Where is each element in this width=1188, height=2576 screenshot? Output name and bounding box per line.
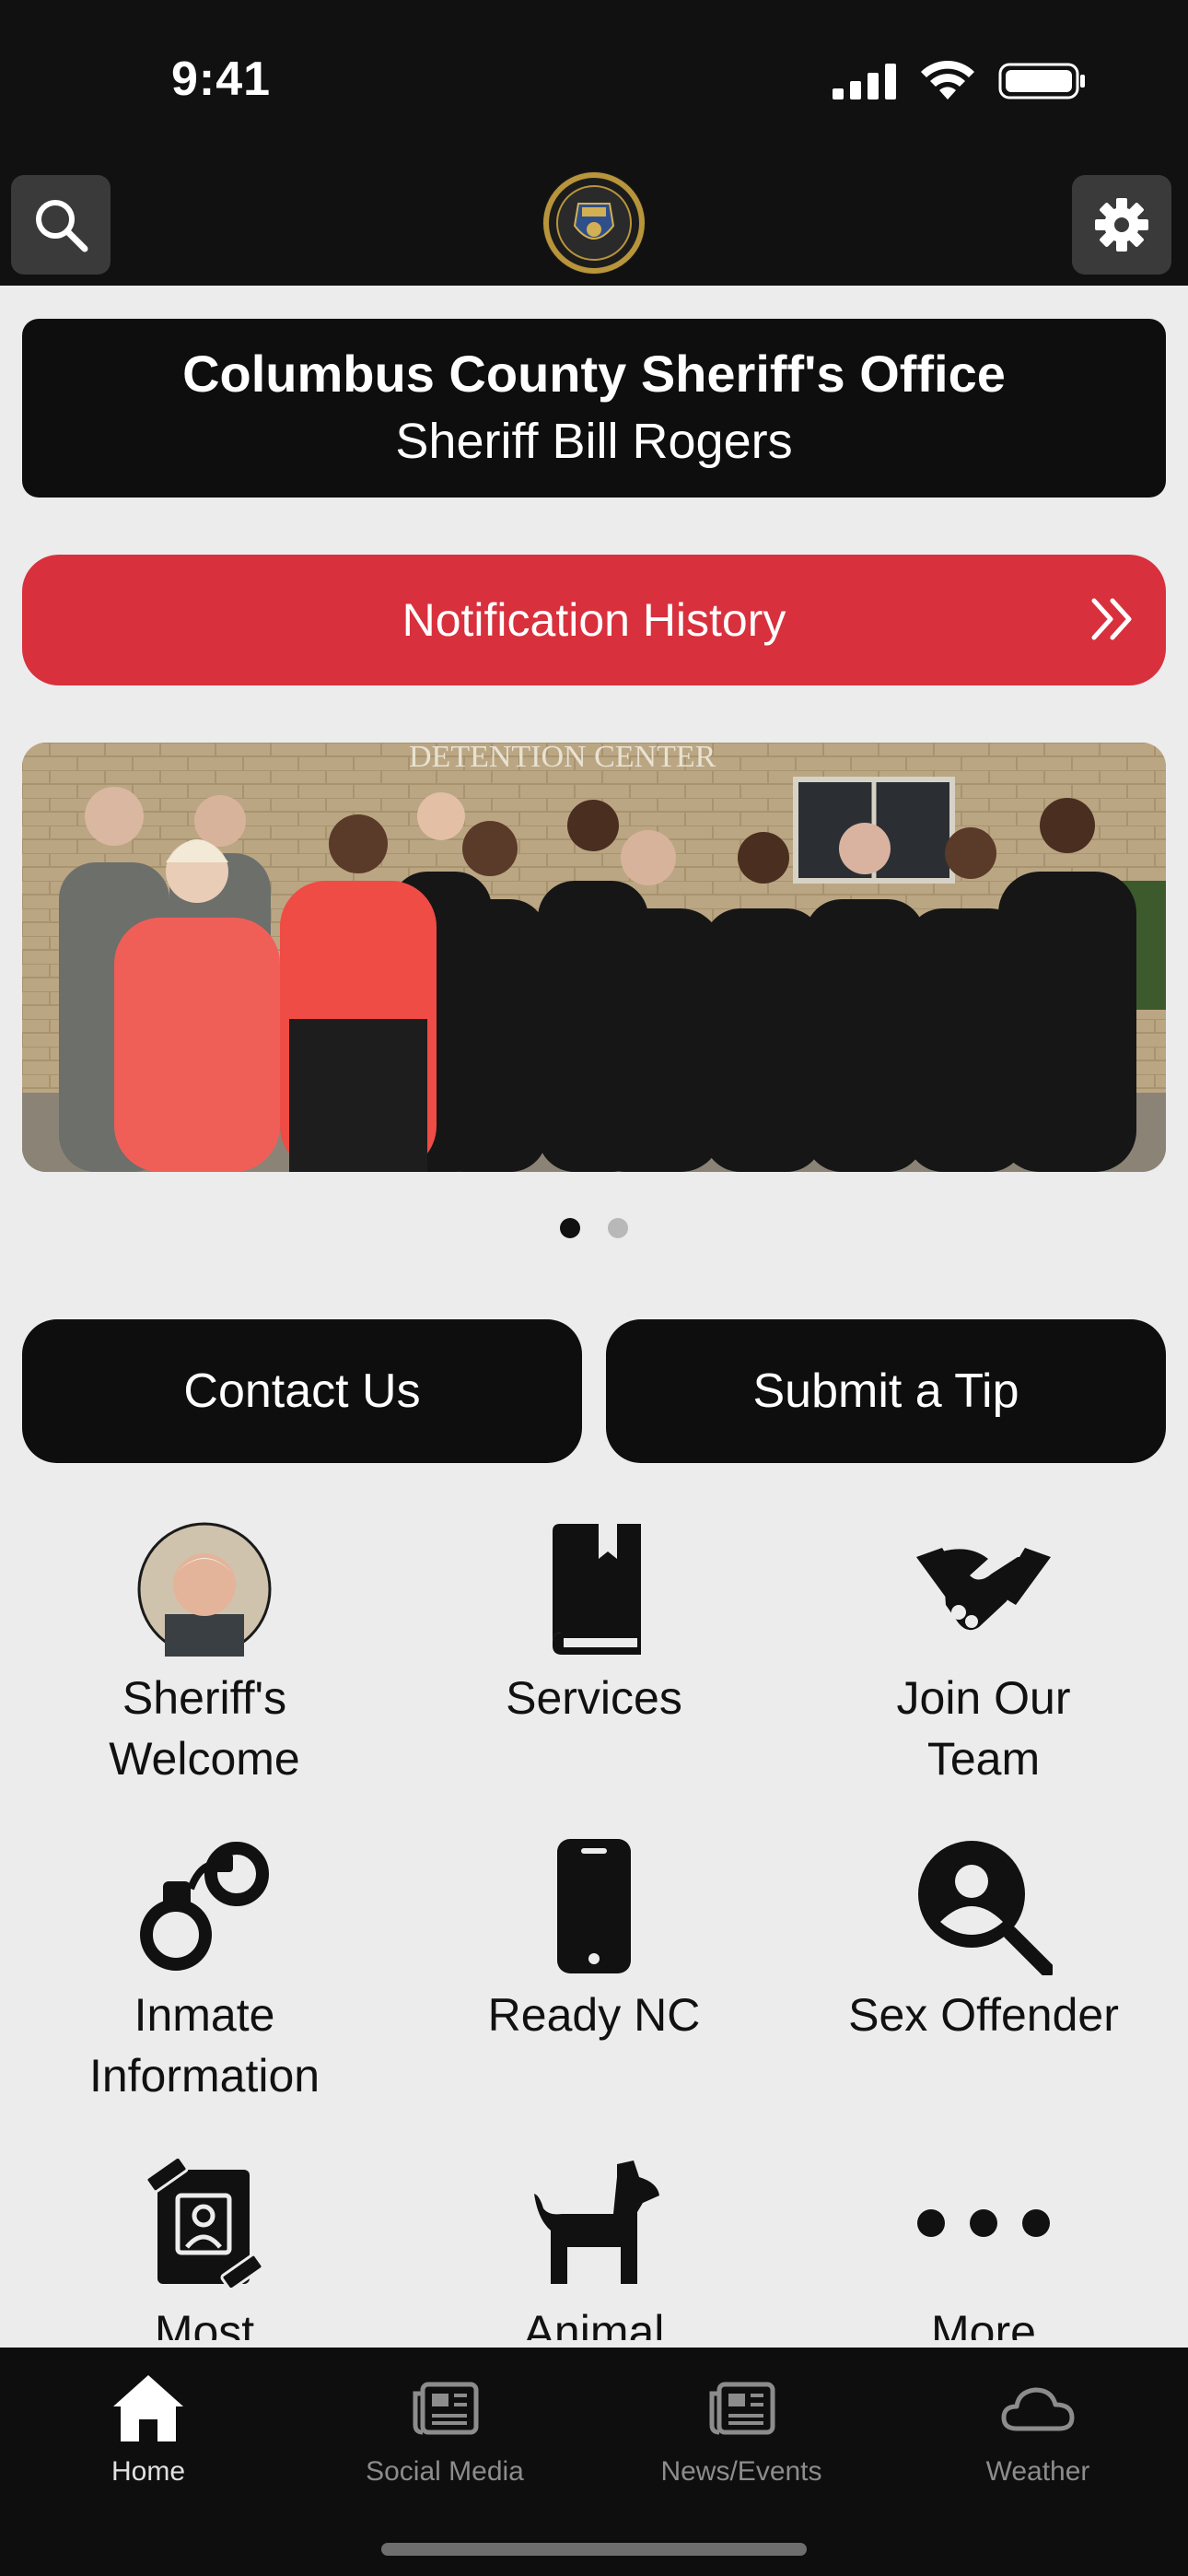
tab-weather[interactable]: Weather — [890, 2368, 1186, 2488]
carousel-page-indicator[interactable] — [0, 1218, 1188, 1240]
status-icons — [833, 61, 1087, 101]
tile-label: Most — [154, 2306, 255, 2340]
tile-most-wanted[interactable]: Most — [11, 2154, 398, 2340]
sheriff-name: Sheriff Bill Rogers — [395, 414, 793, 469]
tab-bar: Home Social Media News/Events Weather — [0, 2348, 1188, 2576]
tile-label: More — [931, 2306, 1036, 2340]
home-icon — [113, 2375, 183, 2441]
carousel-banner-text: DETENTION CENTER — [409, 743, 716, 774]
tile-sex-offender[interactable]: Sex Offender — [790, 1837, 1177, 2045]
tile-sheriffs-welcome[interactable]: Sheriff's Welcome — [11, 1520, 398, 1789]
agency-name: Columbus County Sheriff's Office — [182, 345, 1006, 403]
settings-button[interactable] — [1072, 175, 1171, 275]
feature-grid: Sheriff's Welcome Services Join Our Team — [0, 1511, 1188, 2340]
tile-label: Inmate Information — [88, 1989, 320, 2102]
gear-icon — [1095, 198, 1148, 252]
search-icon — [36, 200, 88, 252]
cloud-icon — [1001, 2387, 1075, 2431]
submit-tip-button[interactable]: Submit a Tip — [606, 1319, 1166, 1463]
tab-news-events[interactable]: News/Events — [593, 2368, 890, 2488]
double-chevron-right-icon — [1091, 598, 1132, 640]
tile-label: Ready NC — [487, 1989, 701, 2041]
tab-social-media[interactable]: Social Media — [297, 2368, 593, 2488]
staff-group-photo: DETENTION CENTER — [22, 743, 1166, 1172]
contact-us-button[interactable]: Contact Us — [22, 1319, 582, 1463]
tile-animal[interactable]: Animal — [401, 2154, 787, 2340]
photo-carousel[interactable]: DETENTION CENTER — [22, 743, 1166, 1172]
newspaper-icon — [413, 2382, 479, 2435]
sheriff-portrait — [137, 1522, 272, 1657]
wanted-poster-icon — [145, 2159, 264, 2288]
handcuffs-icon — [140, 1842, 269, 1971]
phone-icon — [557, 1839, 631, 1973]
ellipsis-icon — [917, 2209, 1050, 2237]
app-header — [0, 166, 1188, 286]
tile-services[interactable]: Services — [401, 1520, 787, 1728]
tile-join-our-team[interactable]: Join Our Team — [790, 1520, 1177, 1789]
dog-icon — [534, 2160, 659, 2284]
title-card: Columbus County Sheriff's Office Sheriff… — [22, 319, 1166, 498]
notification-history-button[interactable]: Notification History — [22, 555, 1166, 685]
carousel-dot-1[interactable] — [560, 1218, 580, 1238]
tile-label: Animal — [523, 2306, 665, 2340]
handshake-icon — [916, 1548, 1051, 1631]
tab-home[interactable]: Home — [0, 2368, 297, 2488]
tile-label: Sheriff's Welcome — [109, 1672, 300, 1785]
user-search-icon — [918, 1841, 1053, 1975]
status-bar: 9:41 — [0, 0, 1188, 166]
submit-tip-label: Submit a Tip — [752, 1364, 1019, 1418]
tile-ready-nc[interactable]: Ready NC — [401, 1837, 787, 2045]
sheriff-badge-logo — [542, 171, 646, 275]
tab-label: News/Events — [660, 2456, 822, 2487]
cellular-signal-icon — [833, 64, 896, 100]
tile-label: Sex Offender — [848, 1989, 1119, 2041]
status-time: 9:41 — [171, 53, 272, 106]
tab-label: Home — [111, 2456, 186, 2487]
tab-label: Social Media — [366, 2456, 524, 2487]
carousel-dot-2[interactable] — [608, 1218, 628, 1238]
tab-label: Weather — [985, 2456, 1090, 2487]
wifi-icon — [921, 61, 974, 100]
tile-more[interactable]: More — [790, 2154, 1177, 2340]
contact-us-label: Contact Us — [183, 1364, 421, 1418]
tile-label: Join Our Team — [896, 1672, 1071, 1785]
notification-history-label: Notification History — [402, 594, 786, 646]
book-icon — [553, 1524, 641, 1655]
home-indicator — [381, 2543, 807, 2556]
battery-icon — [998, 63, 1085, 100]
search-button[interactable] — [11, 175, 111, 275]
newspaper-icon — [709, 2382, 775, 2435]
tile-inmate-information[interactable]: Inmate Information — [11, 1837, 398, 2106]
tile-label: Services — [506, 1672, 682, 1724]
